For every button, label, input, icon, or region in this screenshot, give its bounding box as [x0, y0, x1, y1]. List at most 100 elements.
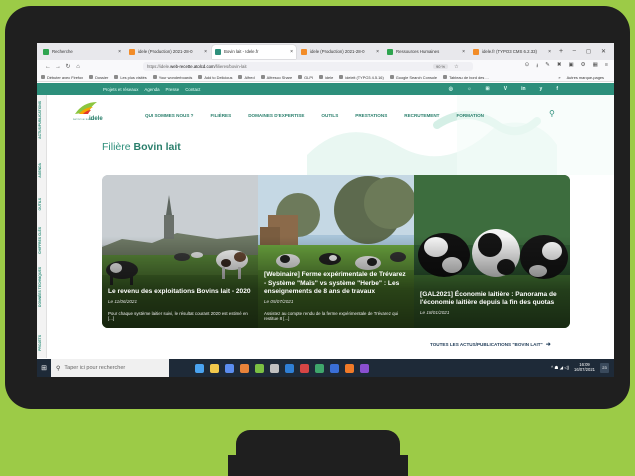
side-link[interactable]: AGENDA: [38, 163, 46, 178]
card-title[interactable]: Le revenu des exploitations Bovins lait …: [108, 288, 253, 296]
arrow-right-icon: ➜: [545, 342, 551, 348]
slideshare-icon[interactable]: ⊞: [486, 86, 490, 92]
bookmark-item[interactable]: Your wonderboards: [152, 75, 192, 80]
nav-expertise[interactable]: DOMAINES D'EXPERTISE: [248, 113, 304, 118]
maximize-button[interactable]: ◻: [586, 48, 591, 55]
topbar-link[interactable]: Contact: [185, 87, 200, 92]
address-bar[interactable]: https://idele. web-recette.atolcd.com/fil…: [143, 62, 473, 71]
bookmark-item[interactable]: Add to Delicious: [198, 75, 232, 80]
linkedin-icon[interactable]: in: [521, 86, 525, 92]
other-bookmarks-folder[interactable]: Autres marque-pages: [567, 75, 604, 80]
news-card[interactable]: Le revenu des exploitations Bovins lait …: [102, 175, 258, 328]
twitter-icon[interactable]: y: [540, 86, 543, 92]
card-title[interactable]: [Webinaire] Ferme expérimentale de Tréva…: [264, 271, 409, 295]
taskbar-app-icon[interactable]: [315, 363, 324, 373]
forward-arrow-icon[interactable]: →: [53, 64, 63, 70]
side-link[interactable]: CHIFFRES CLÉS: [38, 227, 46, 254]
back-arrow-icon[interactable]: ←: [43, 64, 53, 70]
close-tab-icon[interactable]: ×: [290, 49, 293, 55]
minimize-button[interactable]: –: [573, 48, 576, 55]
news-card[interactable]: [Webinaire] Ferme expérimentale de Tréva…: [258, 175, 414, 328]
vimeo-icon[interactable]: V: [504, 86, 507, 92]
bookmark-item[interactable]: Les plus visités: [114, 75, 147, 80]
taskbar-app-icon[interactable]: [345, 363, 354, 373]
windows-start-icon[interactable]: ⊞: [37, 364, 51, 372]
close-tab-icon[interactable]: ×: [204, 49, 207, 55]
bookmark-item[interactable]: ideleit (TYPO3 4.5.16): [339, 75, 384, 80]
taskbar-app-icon[interactable]: [210, 363, 219, 373]
zoom-level[interactable]: 90 %: [433, 64, 449, 69]
close-tab-icon[interactable]: ×: [118, 49, 121, 55]
bookmark-star-icon[interactable]: ☆: [454, 64, 458, 70]
extension-icon[interactable]: ✎: [545, 62, 550, 71]
bookmark-item[interactable]: idele: [319, 75, 333, 80]
pocket-icon[interactable]: ⊙: [525, 62, 530, 71]
search-icon[interactable]: ⚲: [549, 109, 555, 118]
topbar-link[interactable]: Agenda: [144, 87, 159, 92]
browser-tab[interactable]: idele (Production) 2021-28-0 ×: [126, 45, 210, 59]
bookmark-favicon-icon: [443, 75, 448, 79]
taskbar-app-icon[interactable]: [300, 363, 309, 373]
rss-icon[interactable]: ☼: [467, 86, 472, 92]
side-link[interactable]: ACTUS/PUBLICATIONS: [38, 101, 46, 139]
topbar-link[interactable]: Presse: [166, 87, 180, 92]
topbar-link[interactable]: Projets et réseaux: [103, 87, 138, 92]
taskbar-app-icon[interactable]: [285, 363, 294, 373]
news-card[interactable]: [GAL2021] Économie laitière : Panorama d…: [414, 175, 570, 328]
notification-icon[interactable]: 23: [600, 363, 609, 373]
browser-tab-active[interactable]: Bovin lait - Idele.fr ×: [212, 44, 296, 59]
system-tray: ^ ☗ ◢ ◁) 16:09 16/07/2021 23: [551, 362, 614, 373]
extension-icon[interactable]: ✖: [557, 62, 562, 71]
extension-icon[interactable]: ▦: [593, 62, 598, 71]
bookmarks-overflow[interactable]: »: [558, 75, 560, 80]
close-tab-icon[interactable]: ×: [548, 49, 551, 55]
clock[interactable]: 16:09 16/07/2021: [574, 362, 595, 373]
nav-training[interactable]: FORMATION: [456, 113, 483, 118]
card-title[interactable]: [GAL2021] Économie laitière : Panorama d…: [420, 291, 565, 307]
download-icon[interactable]: ⭳: [536, 62, 538, 71]
nav-who-we-are[interactable]: QUI SOMMES NOUS ?: [145, 113, 194, 118]
close-window-button[interactable]: ✕: [601, 48, 606, 55]
home-icon[interactable]: ⌂: [73, 64, 83, 70]
all-news-link[interactable]: TOUTES LES ACTUS/PUBLICATIONS "BOVIN LAI…: [430, 341, 551, 348]
idele-logo[interactable]: idele INSTITUT DE L'ÉLEVAGE: [69, 100, 109, 124]
bookmark-item[interactable]: Alfred: [238, 75, 255, 80]
taskbar-app-icon[interactable]: [225, 363, 234, 373]
bookmark-item[interactable]: Débuter avec Firefox: [41, 75, 83, 80]
bookmark-favicon-icon: [89, 75, 94, 79]
side-link[interactable]: PROJETS: [38, 335, 46, 351]
instagram-icon[interactable]: ◎: [449, 86, 453, 92]
tray-icons[interactable]: ^ ☗ ◢ ◁): [551, 365, 569, 371]
taskbar-app-icon[interactable]: [330, 363, 339, 373]
bookmark-item[interactable]: Google Search Console: [389, 75, 437, 80]
extension-icon[interactable]: ⚙: [581, 62, 586, 71]
browser-tab[interactable]: idele.fr (TYPO3 CMS 6.2.33) ×: [470, 45, 554, 59]
extension-icon[interactable]: ▣: [568, 62, 573, 71]
taskbar-app-icon[interactable]: [195, 363, 204, 373]
bookmark-item[interactable]: Dossier: [89, 75, 108, 80]
taskbar-app-icon[interactable]: [240, 363, 249, 373]
taskbar-app-icon[interactable]: [255, 363, 264, 373]
close-tab-icon[interactable]: ×: [376, 49, 379, 55]
bookmark-item[interactable]: Alfresco Share: [260, 75, 292, 80]
nav-sectors[interactable]: FILIÈRES: [211, 113, 232, 118]
side-link[interactable]: DONNÉES TECHNIQUES: [38, 267, 46, 307]
bookmark-favicon-icon: [298, 75, 303, 79]
close-tab-icon[interactable]: ×: [462, 49, 465, 55]
bookmark-item[interactable]: Tableau de bord des ...: [443, 75, 489, 80]
taskbar-app-icon[interactable]: [360, 363, 369, 373]
menu-icon[interactable]: ≡: [605, 62, 608, 71]
browser-tab[interactable]: idele (Production) 2021-28-0 ×: [298, 45, 382, 59]
nav-recruitment[interactable]: RECRUTEMENT: [404, 113, 439, 118]
reload-icon[interactable]: ↻: [63, 63, 73, 70]
new-tab-button[interactable]: +: [559, 48, 563, 55]
bookmark-item[interactable]: GLPI: [298, 75, 313, 80]
browser-tab[interactable]: Recherche ×: [40, 45, 124, 59]
nav-tools[interactable]: OUTILS: [321, 113, 338, 118]
browser-tab[interactable]: Ressources Humaines ×: [384, 45, 468, 59]
taskbar-search-box[interactable]: ⚲ Taper ici pour rechercher: [51, 359, 169, 377]
side-link[interactable]: OUTILS: [38, 198, 46, 210]
nav-services[interactable]: PRESTATIONS: [355, 113, 387, 118]
taskbar-app-icon[interactable]: [270, 363, 279, 373]
facebook-icon[interactable]: f: [556, 86, 558, 92]
